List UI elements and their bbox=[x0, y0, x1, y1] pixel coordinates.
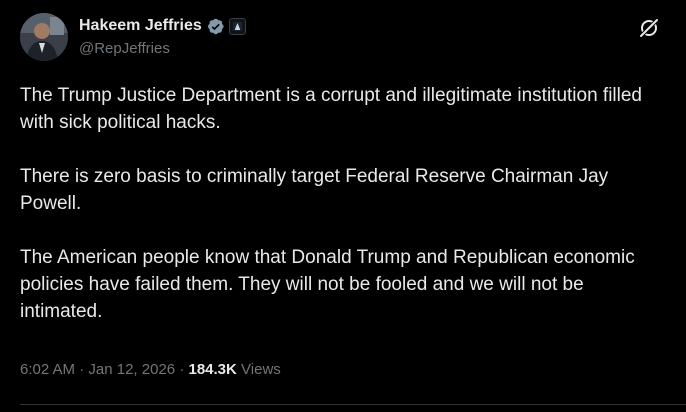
meta-separator: · bbox=[79, 361, 85, 378]
tweet-metadata: 6:02 AM · Jan 12, 2026 · 184.3K Views bbox=[20, 360, 281, 380]
tweet-date[interactable]: Jan 12, 2026 bbox=[88, 361, 175, 378]
tweet-text: The Trump Justice Department is a corrup… bbox=[20, 82, 670, 352]
tweet-time[interactable]: 6:02 AM bbox=[20, 361, 75, 378]
grok-icon[interactable] bbox=[638, 17, 660, 39]
meta-separator: · bbox=[179, 361, 185, 378]
tweet-paragraph: There is zero basis to criminally target… bbox=[20, 166, 609, 214]
verified-badge-icon[interactable] bbox=[206, 17, 225, 36]
views-count: 184.3K bbox=[188, 361, 237, 378]
tweet-paragraph: The American people know that Donald Tru… bbox=[20, 247, 635, 322]
author-display-name[interactable]: Hakeem Jeffries bbox=[79, 16, 202, 36]
divider bbox=[20, 404, 686, 405]
tweet-paragraph: The Trump Justice Department is a corrup… bbox=[20, 85, 642, 133]
government-affiliation-icon[interactable] bbox=[228, 17, 246, 35]
author-handle[interactable]: @RepJeffries bbox=[79, 40, 170, 58]
avatar[interactable] bbox=[20, 13, 68, 61]
views-label: Views bbox=[241, 361, 281, 378]
author-name-row: Hakeem Jeffries bbox=[79, 15, 246, 37]
